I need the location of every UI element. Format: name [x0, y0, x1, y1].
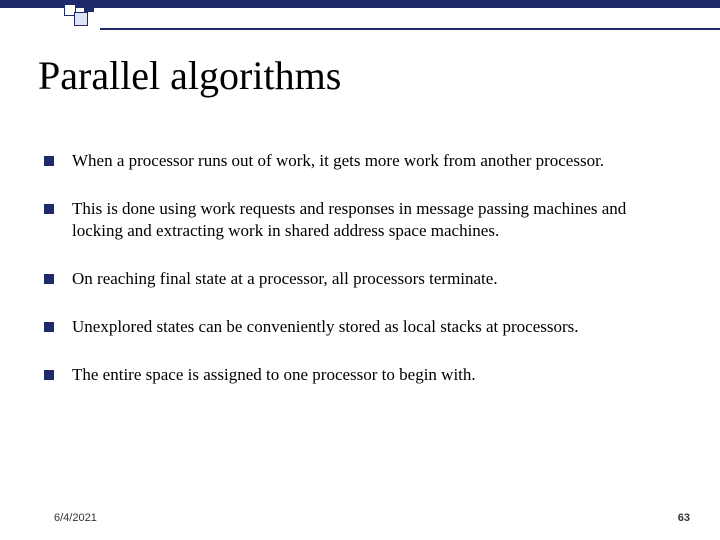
decoration-square-icon [74, 12, 88, 26]
bullet-square-icon [44, 274, 54, 284]
list-item-text: The entire space is assigned to one proc… [72, 364, 476, 386]
list-item-text: Unexplored states can be conveniently st… [72, 316, 579, 338]
decoration-square-icon [84, 2, 94, 12]
list-item: The entire space is assigned to one proc… [44, 364, 676, 386]
list-item-text: On reaching final state at a processor, … [72, 268, 498, 290]
header-bar [0, 0, 720, 8]
list-item-text: This is done using work requests and res… [72, 198, 676, 242]
page-title: Parallel algorithms [38, 52, 341, 99]
footer-page-number: 63 [678, 512, 690, 524]
slide: Parallel algorithms When a processor run… [0, 0, 720, 540]
bullet-square-icon [44, 204, 54, 214]
header-decoration [0, 0, 720, 28]
bullet-square-icon [44, 370, 54, 380]
header-rule [100, 28, 720, 30]
bullet-square-icon [44, 322, 54, 332]
footer-date: 6/4/2021 [54, 512, 97, 524]
bullet-square-icon [44, 156, 54, 166]
list-item: When a processor runs out of work, it ge… [44, 150, 676, 172]
list-item: On reaching final state at a processor, … [44, 268, 676, 290]
list-item: This is done using work requests and res… [44, 198, 676, 242]
bullet-list: When a processor runs out of work, it ge… [44, 150, 676, 413]
list-item: Unexplored states can be conveniently st… [44, 316, 676, 338]
list-item-text: When a processor runs out of work, it ge… [72, 150, 604, 172]
